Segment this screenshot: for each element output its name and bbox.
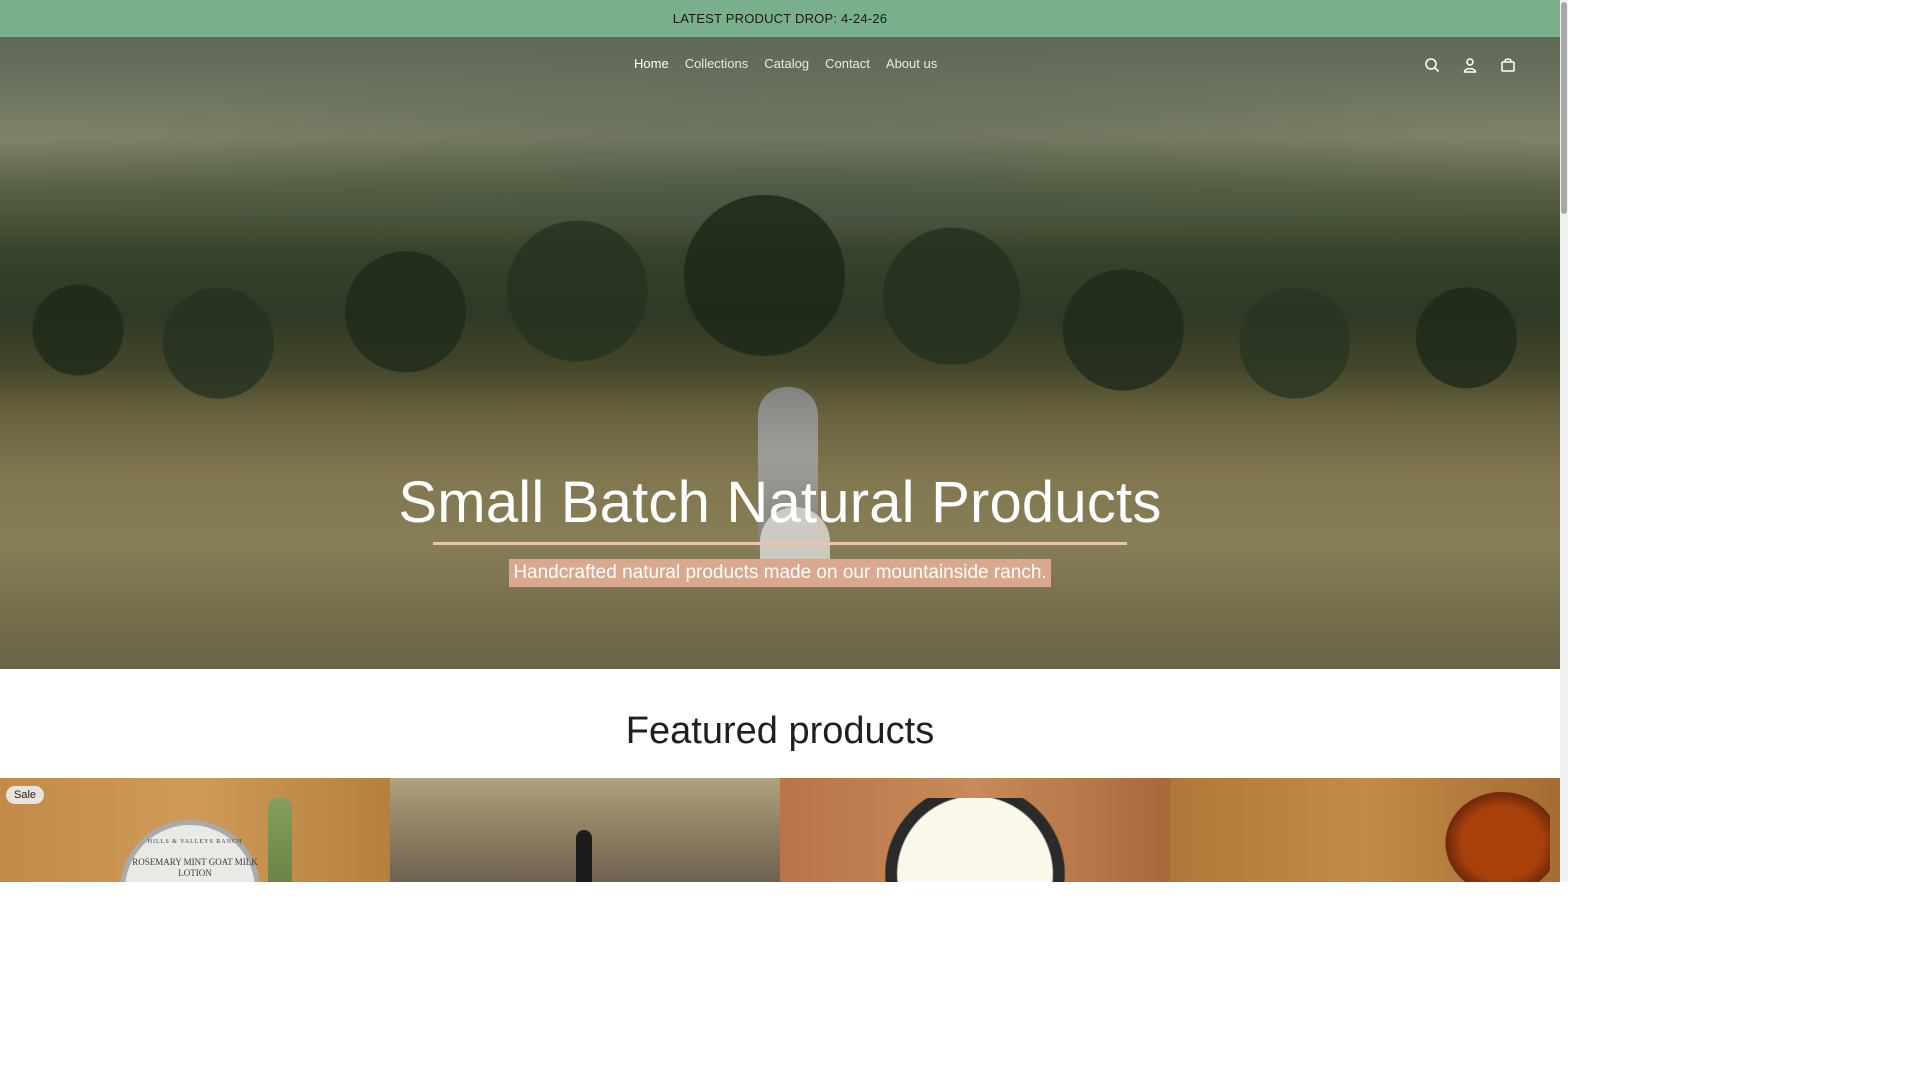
product-label-name: ROSEMARY MINT GOAT MILK LOTION [132, 857, 258, 878]
cart-button[interactable] [1496, 53, 1520, 77]
nav-collections[interactable]: Collections [677, 54, 757, 74]
page-scrollbar[interactable] [1560, 0, 1568, 882]
site-header: Home Collections Catalog Contact About u… [0, 37, 1560, 91]
hero-title-underline [433, 542, 1127, 545]
hero-title: Small Batch Natural Products [398, 470, 1162, 535]
nav-home[interactable]: Home [626, 54, 677, 74]
product-image-dropper-bottle [576, 830, 592, 882]
product-card[interactable] [390, 778, 780, 882]
product-image-honey-jar [1430, 778, 1550, 882]
announcement-bar: LATEST PRODUCT DROP: 4-24-26 [0, 0, 1560, 37]
product-label-brand: HILLS & VALLEYS RANCH [147, 839, 243, 845]
nav-about-us[interactable]: About us [878, 54, 945, 74]
product-image-rosemary [268, 798, 292, 882]
main-nav: Home Collections Catalog Contact About u… [626, 54, 945, 74]
cart-icon [1501, 58, 1515, 72]
sale-badge: Sale [6, 786, 45, 804]
scrollbar-thumb[interactable] [1561, 2, 1567, 214]
header-icons [1420, 53, 1520, 77]
nav-catalog[interactable]: Catalog [756, 54, 817, 74]
product-card[interactable] [1170, 778, 1560, 882]
announcement-text: LATEST PRODUCT DROP: 4-24-26 [672, 11, 888, 26]
hero-subtitle: Handcrafted natural products made on our… [509, 559, 1051, 587]
product-image-cream-jar [880, 798, 1070, 882]
search-button[interactable] [1420, 53, 1444, 77]
account-button[interactable] [1458, 53, 1482, 77]
featured-products-title: Featured products [625, 710, 935, 752]
nav-contact[interactable]: Contact [817, 54, 878, 74]
account-icon [1463, 58, 1477, 73]
hero-subtitle-wrap: Handcrafted natural products made on our… [0, 559, 1560, 587]
search-icon [1425, 58, 1440, 73]
product-card[interactable]: Sale HILLS & VALLEYS RANCH ROSEMARY MINT… [0, 778, 390, 882]
product-card[interactable] [780, 778, 1170, 882]
featured-products-grid: Sale HILLS & VALLEYS RANCH ROSEMARY MINT… [0, 778, 1560, 882]
product-image-lotion-tin: HILLS & VALLEYS RANCH ROSEMARY MINT GOAT… [120, 820, 260, 882]
